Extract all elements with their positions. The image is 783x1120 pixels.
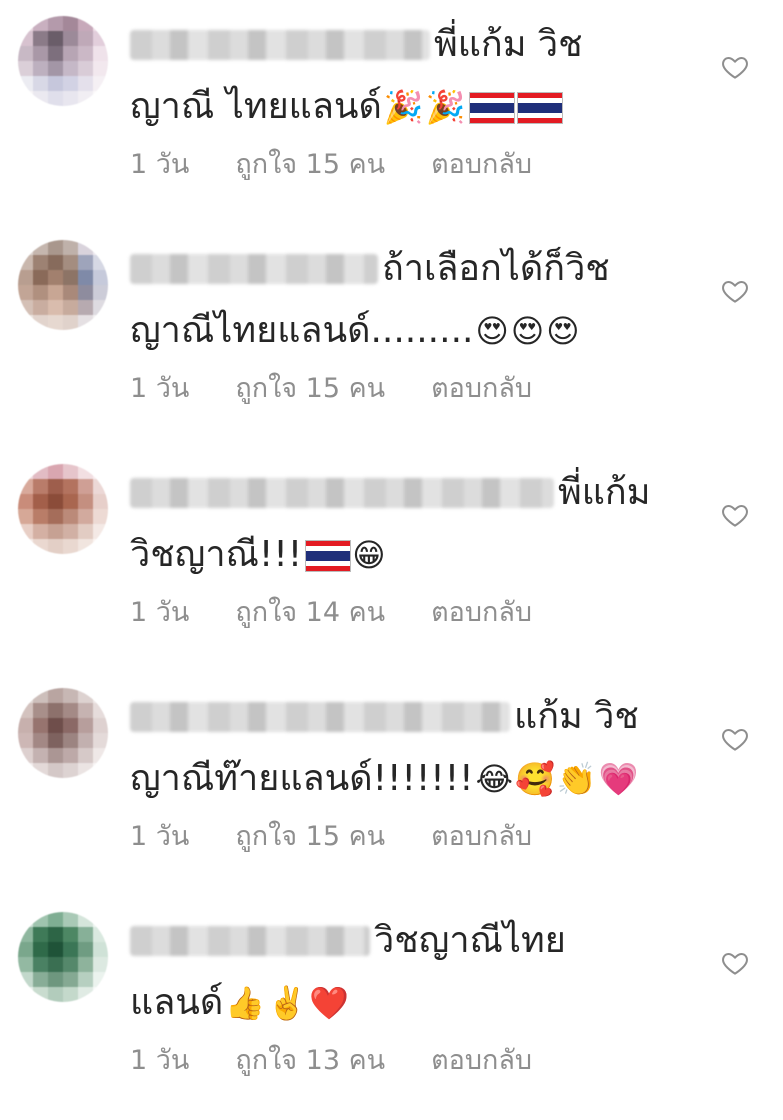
comment-item: พี่แก้ม วิช ญาณี ไทยแลนด์ 🎉🎉 1 วัน ถูกใจ… — [0, 0, 783, 224]
reply-button[interactable]: ตอบกลับ — [431, 366, 532, 409]
reply-button[interactable]: ตอบกลับ — [431, 590, 532, 633]
comment-meta: 1 วัน ถูกใจ 13 คน ตอบกลับ — [130, 1034, 690, 1084]
username-blurred[interactable] — [130, 254, 378, 284]
party-popper-emoji: 🎉 — [383, 88, 424, 126]
comment-meta: 1 วัน ถูกใจ 15 คน ตอบกลับ — [130, 810, 690, 860]
comment-text-line-1: วิชญาณีไทย — [130, 910, 690, 972]
username-blurred[interactable] — [130, 30, 430, 60]
emoji-group: 🎉🎉 — [382, 89, 562, 125]
party-popper-emoji: 🎉 — [425, 88, 466, 126]
reply-button[interactable]: ตอบกลับ — [431, 1038, 532, 1081]
heart-outline-icon[interactable] — [720, 52, 750, 82]
thumbs-up-emoji: 👍 — [225, 984, 266, 1022]
comment-item: แก้ม วิช ญาณีท๊ายแลนด์!!!!!!! 😂🥰👏💗 1 วัน… — [0, 672, 783, 896]
username-blurred[interactable] — [130, 702, 510, 732]
grinning-emoji: 😁 — [352, 536, 386, 574]
comment-likes[interactable]: ถูกใจ 15 คน — [235, 366, 385, 409]
avatar[interactable] — [18, 240, 108, 330]
comment-body: ถ้าเลือกได้ก็วิช ญาณีไทยแลนด์......... 😍… — [130, 238, 690, 412]
comment-text: วิชญาณี!!! — [130, 534, 303, 575]
victory-hand-emoji: ✌️ — [267, 984, 307, 1022]
comment-body: พี่แก้ม วิชญาณี!!! 😁 1 วัน ถูกใจ 14 คน ต… — [130, 462, 690, 636]
thai-flag-emoji — [469, 93, 514, 123]
reply-button[interactable]: ตอบกลับ — [431, 814, 532, 857]
comment-body: วิชญาณีไทย แลนด์ 👍✌️❤️ 1 วัน ถูกใจ 13 คน… — [130, 910, 690, 1084]
comment-meta: 1 วัน ถูกใจ 15 คน ตอบกลับ — [130, 138, 690, 188]
comment-text: ถ้าเลือกได้ก็วิช — [382, 248, 610, 289]
comment-time: 1 วัน — [130, 820, 190, 852]
comment-body: แก้ม วิช ญาณีท๊ายแลนด์!!!!!!! 😂🥰👏💗 1 วัน… — [130, 686, 690, 860]
comment-text-line-2: วิชญาณี!!! 😁 — [130, 524, 690, 586]
comment-item: พี่แก้ม วิชญาณี!!! 😁 1 วัน ถูกใจ 14 คน ต… — [0, 448, 783, 672]
clapping-hands-emoji: 👏 — [556, 760, 597, 798]
comment-time: 1 วัน — [130, 596, 190, 628]
emoji-group: 😍😍😍 — [473, 313, 579, 349]
comment-text: ญาณีท๊ายแลนด์!!!!!!! — [130, 758, 474, 799]
comment-text: พี่แก้ม — [558, 472, 651, 513]
comment-text-line-1: ถ้าเลือกได้ก็วิช — [130, 238, 690, 300]
comment-text-line-1: แก้ม วิช — [130, 686, 690, 748]
heart-outline-icon[interactable] — [720, 500, 750, 530]
heart-eyes-emoji: 😍 — [510, 312, 545, 350]
comment-text: ญาณี ไทยแลนด์ — [130, 86, 382, 127]
heart-eyes-emoji: 😍 — [546, 312, 580, 350]
comment-text-line-2: ญาณี ไทยแลนด์ 🎉🎉 — [130, 76, 690, 138]
comment-text-line-2: ญาณีท๊ายแลนด์!!!!!!! 😂🥰👏💗 — [130, 748, 690, 810]
tears-of-joy-emoji: 😂 — [475, 760, 513, 798]
avatar[interactable] — [18, 464, 108, 554]
emoji-group: 😂🥰👏💗 — [474, 761, 639, 797]
comment-likes[interactable]: ถูกใจ 15 คน — [235, 814, 385, 857]
smiling-hearts-emoji: 🥰 — [515, 760, 555, 798]
comment-list: พี่แก้ม วิช ญาณี ไทยแลนด์ 🎉🎉 1 วัน ถูกใจ… — [0, 0, 783, 1090]
comment-text-line-1: พี่แก้ม วิช — [130, 14, 690, 76]
comment-text: แก้ม วิช — [514, 696, 639, 737]
thai-flag-emoji — [306, 541, 351, 571]
heart-outline-icon[interactable] — [720, 276, 750, 306]
comment-text: ญาณีไทยแลนด์......... — [130, 310, 474, 351]
comment-time: 1 วัน — [130, 148, 190, 180]
comment-text: พี่แก้ม วิช — [434, 24, 583, 65]
reply-button[interactable]: ตอบกลับ — [431, 142, 532, 185]
comment-likes[interactable]: ถูกใจ 14 คน — [235, 590, 385, 633]
comment-body: พี่แก้ม วิช ญาณี ไทยแลนด์ 🎉🎉 1 วัน ถูกใจ… — [130, 14, 690, 188]
growing-heart-emoji: 💗 — [598, 760, 639, 798]
comment-meta: 1 วัน ถูกใจ 14 คน ตอบกลับ — [130, 586, 690, 636]
avatar[interactable] — [18, 912, 108, 1002]
comment-likes[interactable]: ถูกใจ 13 คน — [235, 1038, 385, 1081]
comment-likes[interactable]: ถูกใจ 15 คน — [235, 142, 385, 185]
comment-time: 1 วัน — [130, 372, 190, 404]
thai-flag-emoji — [517, 93, 562, 123]
comment-text: วิชญาณีไทย — [374, 920, 566, 961]
comment-text-line-2: ญาณีไทยแลนด์......... 😍😍😍 — [130, 300, 690, 362]
username-blurred[interactable] — [130, 478, 554, 508]
emoji-group: 😁 — [302, 536, 386, 574]
comment-item: ถ้าเลือกได้ก็วิช ญาณีไทยแลนด์......... 😍… — [0, 224, 783, 448]
comment-text-line-2: แลนด์ 👍✌️❤️ — [130, 972, 690, 1034]
comment-time: 1 วัน — [130, 1044, 190, 1076]
comment-text: แลนด์ — [130, 982, 224, 1023]
username-blurred[interactable] — [130, 926, 370, 956]
avatar[interactable] — [18, 16, 108, 106]
heart-outline-icon[interactable] — [720, 948, 750, 978]
heart-eyes-emoji: 😍 — [475, 312, 509, 350]
comment-text-line-1: พี่แก้ม — [130, 462, 690, 524]
comment-meta: 1 วัน ถูกใจ 15 คน ตอบกลับ — [130, 362, 690, 412]
comment-item: วิชญาณีไทย แลนด์ 👍✌️❤️ 1 วัน ถูกใจ 13 คน… — [0, 896, 783, 1120]
emoji-group: 👍✌️❤️ — [223, 985, 349, 1021]
heart-outline-icon[interactable] — [720, 724, 750, 754]
avatar[interactable] — [18, 688, 108, 778]
red-heart-emoji: ❤️ — [308, 984, 349, 1022]
